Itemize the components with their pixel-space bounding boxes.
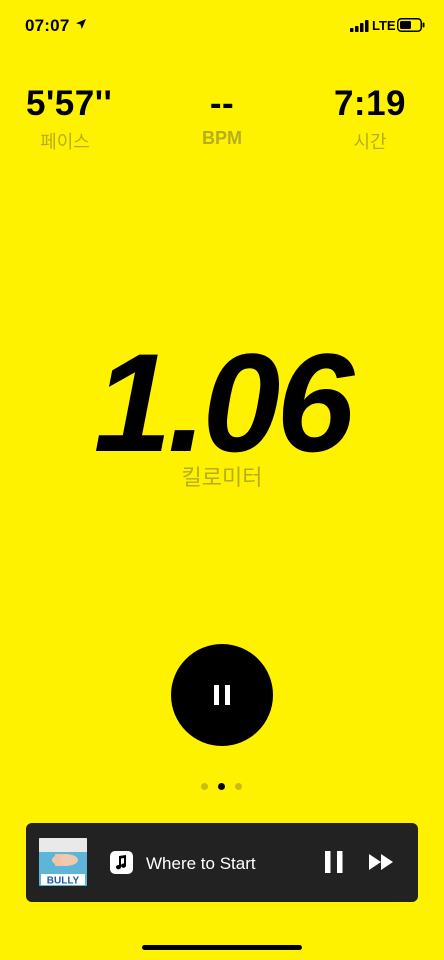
pace-label: 페이스 bbox=[40, 132, 90, 152]
bpm-label: BPM bbox=[202, 128, 242, 148]
page-dot[interactable] bbox=[201, 783, 208, 790]
duration-label: 시간 bbox=[353, 132, 387, 152]
pace-value: 5'57'' bbox=[26, 84, 113, 123]
battery-icon bbox=[397, 18, 425, 32]
pace-stat: 5'57'' 페이스 bbox=[0, 84, 130, 154]
home-indicator[interactable] bbox=[142, 945, 302, 950]
page-indicator[interactable] bbox=[0, 783, 444, 793]
music-pause-icon[interactable] bbox=[323, 850, 345, 874]
music-note-icon bbox=[110, 851, 133, 874]
pause-run-button[interactable] bbox=[171, 644, 273, 746]
music-next-icon[interactable] bbox=[368, 852, 396, 872]
track-title[interactable]: Where to Start bbox=[146, 854, 256, 874]
duration-value: 7:19 bbox=[333, 84, 407, 123]
duration-stat: 7:19 시간 bbox=[305, 84, 435, 154]
distance-value: 1.06 bbox=[93, 324, 354, 481]
bpm-stat: -- BPM bbox=[157, 84, 287, 149]
now-playing-bar[interactable]: BULLY Where to Start bbox=[26, 823, 418, 902]
page-dot-active[interactable] bbox=[218, 783, 225, 790]
network-type: LTE bbox=[372, 18, 396, 33]
signal-bars-icon bbox=[350, 20, 369, 32]
pause-icon bbox=[214, 685, 230, 705]
bpm-value: -- bbox=[209, 84, 235, 123]
status-bar: 07:07 LTE bbox=[0, 0, 444, 50]
album-art-image: BULLY bbox=[39, 838, 87, 886]
album-art-text: BULLY bbox=[47, 876, 80, 887]
album-art[interactable]: BULLY bbox=[39, 838, 87, 886]
page-dot[interactable] bbox=[235, 783, 242, 790]
location-arrow-icon bbox=[76, 19, 86, 29]
status-time: 07:07 bbox=[25, 16, 70, 35]
distance-unit: 킬로미터 bbox=[181, 465, 263, 490]
